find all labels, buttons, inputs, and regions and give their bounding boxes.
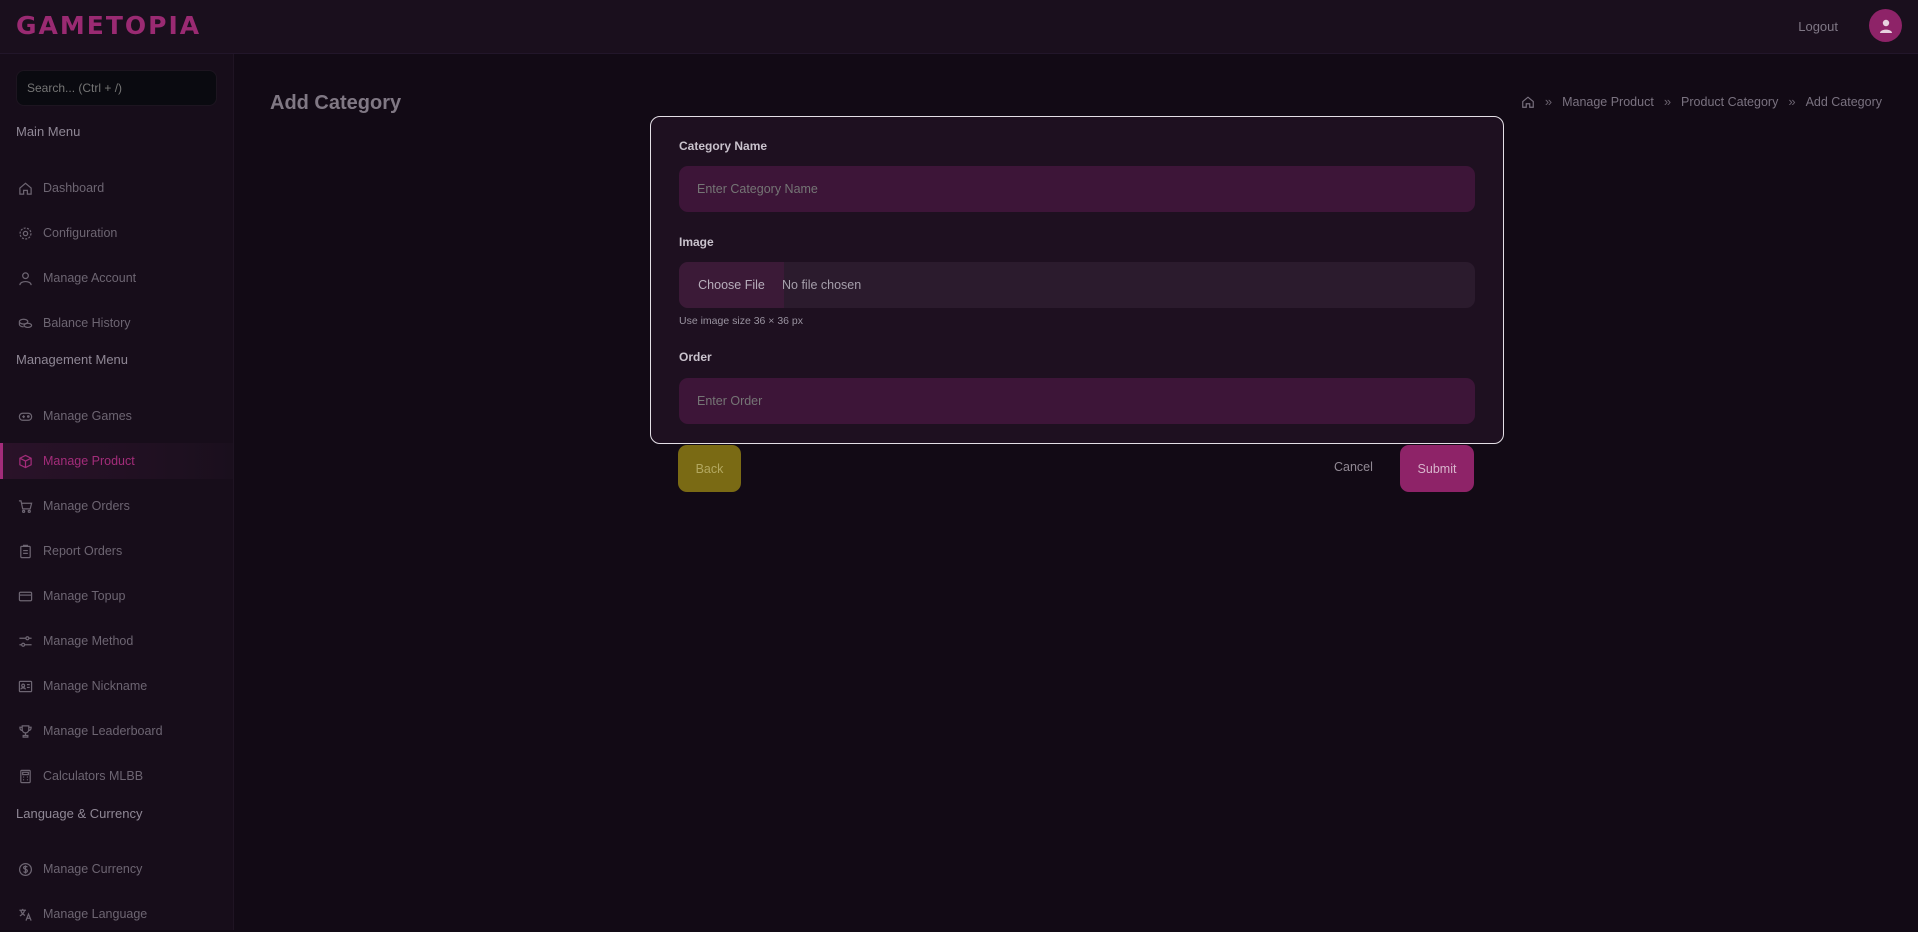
- sidebar-item-manage-language[interactable]: Manage Language: [0, 896, 233, 932]
- sidebar-item-manage-currency[interactable]: Manage Currency: [0, 851, 233, 887]
- sidebar-item-label: Manage Account: [43, 271, 137, 285]
- sidebar: Main Menu Dashboard Configuration Manage…: [0, 54, 234, 930]
- submit-button[interactable]: Submit: [1400, 445, 1474, 492]
- sidebar-item-label: Manage Language: [43, 907, 148, 921]
- sidebar-item-manage-orders[interactable]: Manage Orders: [0, 488, 233, 524]
- sidebar-item-manage-account[interactable]: Manage Account: [0, 260, 233, 296]
- category-name-label: Category Name: [679, 139, 768, 153]
- breadcrumb-item-add-category: Add Category: [1805, 94, 1882, 109]
- app-logo[interactable]: GAMETOPIA: [16, 11, 201, 40]
- breadcrumb: » Manage Product » Product Category » Ad…: [1521, 94, 1882, 109]
- sidebar-item-manage-leaderboard[interactable]: Manage Leaderboard: [0, 713, 233, 749]
- sidebar-item-label: Calculators MLBB: [43, 769, 144, 783]
- sidebar-item-label: Dashboard: [43, 181, 105, 195]
- sidebar-item-label: Manage Product: [43, 454, 135, 468]
- translate-icon: [19, 908, 32, 921]
- sidebar-item-label: Manage Topup: [43, 589, 126, 603]
- search-input[interactable]: [16, 70, 217, 106]
- card-icon: [18, 591, 33, 601]
- category-name-input[interactable]: [679, 166, 1475, 212]
- choose-file-button[interactable]: Choose File: [679, 262, 784, 308]
- top-bar: GAMETOPIA Logout: [0, 0, 1918, 54]
- sidebar-item-label: Manage Currency: [43, 862, 143, 876]
- sidebar-item-label: Balance History: [43, 316, 131, 330]
- cancel-button[interactable]: Cancel: [1334, 460, 1373, 474]
- clipboard-icon: [20, 544, 31, 558]
- user-icon: [19, 271, 32, 285]
- sidebar-item-label: Report Orders: [43, 544, 123, 558]
- breadcrumb-separator: »: [1788, 94, 1796, 109]
- image-size-hint: Use image size 36 × 36 px: [679, 315, 804, 327]
- sidebar-item-manage-product[interactable]: Manage Product: [0, 443, 233, 479]
- logout-link[interactable]: Logout: [1798, 19, 1838, 34]
- gear-icon: [19, 226, 32, 240]
- add-category-form: Category Name Image Choose File No file …: [650, 116, 1504, 444]
- home-icon: [19, 182, 32, 195]
- sidebar-item-configuration[interactable]: Configuration: [0, 215, 233, 251]
- sidebar-item-label: Configuration: [43, 226, 118, 240]
- gamepad-icon: [18, 412, 33, 421]
- management-menu-title: Management Menu: [16, 352, 129, 367]
- user-avatar-icon: [1879, 19, 1892, 33]
- trophy-icon: [19, 724, 32, 738]
- coins-icon: [18, 318, 33, 328]
- cart-icon: [18, 499, 33, 513]
- calculator-icon: [20, 769, 31, 783]
- box-icon: [19, 454, 32, 468]
- sidebar-item-report-orders[interactable]: Report Orders: [0, 533, 233, 569]
- sidebar-item-label: Manage Games: [43, 409, 132, 423]
- sliders-icon: [19, 635, 32, 647]
- order-input[interactable]: [679, 378, 1475, 424]
- breadcrumb-separator: »: [1544, 94, 1553, 109]
- page-title: Add Category: [270, 92, 402, 114]
- back-button[interactable]: Back: [678, 445, 741, 492]
- sidebar-item-balance-history[interactable]: Balance History: [0, 305, 233, 341]
- sidebar-item-label: Manage Method: [43, 634, 134, 648]
- avatar[interactable]: [1869, 9, 1902, 42]
- dollar-circle-icon: [18, 862, 33, 876]
- file-status-text: No file chosen: [782, 278, 862, 292]
- sidebar-item-dashboard[interactable]: Dashboard: [0, 170, 233, 206]
- home-icon[interactable]: [1521, 95, 1535, 109]
- sidebar-item-calculators-mlbb[interactable]: Calculators MLBB: [0, 758, 233, 794]
- id-card-icon: [18, 680, 33, 692]
- sidebar-item-manage-games[interactable]: Manage Games: [0, 398, 233, 434]
- sidebar-item-manage-method[interactable]: Manage Method: [0, 623, 233, 659]
- order-label: Order: [679, 350, 712, 364]
- sidebar-item-manage-nickname[interactable]: Manage Nickname: [0, 668, 233, 704]
- breadcrumb-item-product-category[interactable]: Product Category: [1681, 95, 1778, 109]
- main-menu-title: Main Menu: [16, 124, 81, 139]
- image-file-input[interactable]: Choose File No file chosen: [679, 262, 1475, 308]
- breadcrumb-item-manage-product[interactable]: Manage Product: [1562, 95, 1654, 109]
- sidebar-item-label: Manage Leaderboard: [43, 724, 163, 738]
- sidebar-item-label: Manage Orders: [43, 499, 130, 513]
- image-label: Image: [679, 235, 714, 249]
- breadcrumb-separator: »: [1663, 94, 1672, 109]
- language-menu-title: Language & Currency: [16, 806, 143, 821]
- sidebar-item-label: Manage Nickname: [43, 679, 148, 693]
- sidebar-item-manage-topup[interactable]: Manage Topup: [0, 578, 233, 614]
